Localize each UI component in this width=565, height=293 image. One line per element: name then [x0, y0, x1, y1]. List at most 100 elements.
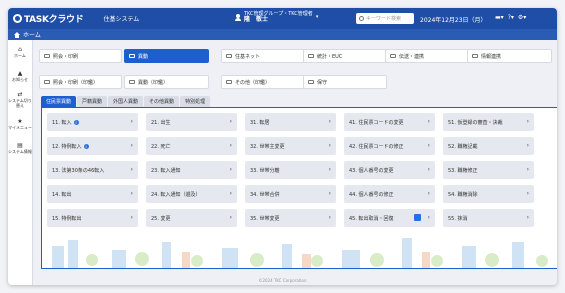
card-23-move-in-notice[interactable]: 23. 転入通知 ›	[146, 161, 237, 179]
sidebar: ⌂ ホーム ▲ お知らせ ⇄ システム切り替え ★ マイメニュー ▤ システム情…	[8, 40, 33, 285]
card-21-birth[interactable]: 21. 出生 ›	[146, 113, 237, 131]
card-25-change[interactable]: 25. 変更 ›	[146, 209, 237, 227]
card-label: 43. 個人番号の変更	[349, 167, 394, 174]
org-switch-icon[interactable]: ▬▾	[495, 14, 504, 21]
sidebar-item-system-switch[interactable]: ⇄ システム切り替え	[8, 88, 32, 112]
chevron-right-icon: ›	[526, 214, 529, 221]
folder-icon	[44, 80, 50, 84]
card-52-official-entry[interactable]: 52. 職権記載 ›	[443, 137, 534, 155]
chevron-right-icon: ›	[427, 214, 430, 221]
document-icon	[414, 214, 421, 221]
sidebar-item-my-menu[interactable]: ★ マイメニュー	[8, 112, 32, 136]
menu-other-seal[interactable]: その他（印鑑）	[221, 75, 305, 89]
main-content: 照会・印刷 異動 住基ネット 統計・EUC 伝送・連携 情報連携 照会・印刷（印…	[33, 40, 557, 285]
card-15-special-move-out[interactable]: 15. 特例転出 ›	[47, 209, 138, 227]
search-input[interactable]: キーワード検索	[356, 13, 414, 24]
tab-resident-transfer[interactable]: 住民票異動	[41, 96, 77, 107]
sidebar-item-notices[interactable]: ▲ お知らせ	[8, 64, 32, 88]
card-32-head-change[interactable]: 32. 世帯主変更 ›	[245, 137, 336, 155]
chevron-right-icon: ›	[229, 190, 232, 197]
menu-transmission[interactable]: 伝送・連携	[385, 49, 469, 63]
card-44-number-fix[interactable]: 44. 個人番号の修正 ›	[344, 185, 435, 203]
card-12-special-move-in[interactable]: 12. 特例転入 i ›	[47, 137, 138, 155]
menu-juki-net[interactable]: 住基ネット	[221, 49, 305, 63]
card-label: 53. 職権修正	[448, 167, 478, 174]
menu-inquiry-print[interactable]: 照会・印刷	[39, 49, 122, 63]
card-label: 34. 世帯合併	[250, 191, 280, 198]
card-11-move-in[interactable]: 11. 転入 i ›	[47, 113, 138, 131]
card-51-provisional[interactable]: 51. 仮登録の審査・決裁 ›	[443, 113, 534, 131]
tab-family-register[interactable]: 戸籍異動	[77, 96, 108, 107]
menu-inquiry-print-seal[interactable]: 照会・印刷（印鑑）	[39, 75, 122, 89]
chevron-right-icon: ›	[526, 142, 529, 149]
menu-label: 情報連携	[481, 53, 502, 60]
chevron-right-icon: ›	[130, 166, 133, 173]
sidebar-item-system-info[interactable]: ▤ システム情報	[8, 136, 32, 160]
card-33-household-split[interactable]: 33. 世帯分離 ›	[245, 161, 336, 179]
card-label: 32. 世帯主変更	[250, 143, 285, 150]
card-41-code-change[interactable]: 41. 住民票コードの変更 ›	[344, 113, 435, 131]
card-label: 24. 転入通知（遡及）	[151, 191, 201, 198]
logo-text: TASKクラウド	[24, 15, 84, 25]
card-label: 25. 変更	[151, 215, 171, 222]
card-54-official-delete[interactable]: 54. 職権消除 ›	[443, 185, 534, 203]
home-icon: ⌂	[18, 45, 22, 53]
chevron-right-icon: ›	[427, 166, 430, 173]
chevron-right-icon: ›	[526, 118, 529, 125]
card-35-household-change[interactable]: 35. 世帯変更 ›	[245, 209, 336, 227]
breadcrumb: ホーム	[8, 29, 557, 40]
folder-icon	[226, 54, 232, 58]
user-menu[interactable]: TKC管理グループ・TKC管理者 隆 敬士 ▾	[235, 11, 318, 23]
current-date: 2024年12月23日（月）	[420, 17, 487, 24]
chevron-right-icon: ›	[427, 118, 430, 125]
sidebar-item-label: お知らせ	[12, 76, 28, 82]
tab-other[interactable]: その他異動	[144, 96, 180, 107]
card-13-art30-move-in[interactable]: 13. 法第30条の46転入 ›	[47, 161, 138, 179]
card-22-death[interactable]: 22. 死亡 ›	[146, 137, 237, 155]
menu-label: 照会・印刷（印鑑）	[53, 79, 99, 86]
card-31-move[interactable]: 31. 転居 ›	[245, 113, 336, 131]
card-14-move-out[interactable]: 14. 転出 ›	[47, 185, 138, 203]
cityscape-illustration	[52, 238, 548, 268]
breadcrumb-home[interactable]: ホーム	[23, 30, 41, 39]
app-window: TASKクラウド 住基システム TKC管理グループ・TKC管理者 隆 敬士 ▾ …	[8, 8, 557, 285]
tab-special[interactable]: 特別処理	[180, 96, 211, 107]
tab-foreigner[interactable]: 外国人異動	[108, 96, 144, 107]
sidebar-item-label: ホーム	[14, 52, 26, 58]
menu-label: 伝送・連携	[399, 53, 425, 60]
card-24-move-in-notice-retro[interactable]: 24. 転入通知（遡及） ›	[146, 185, 237, 203]
tab-bar: 住民票異動 戸籍異動 外国人異動 その他異動 特別処理	[41, 96, 211, 107]
chevron-right-icon: ›	[130, 214, 133, 221]
chevron-right-icon: ›	[229, 166, 232, 173]
card-53-official-fix[interactable]: 53. 職権修正 ›	[443, 161, 534, 179]
app-logo[interactable]: TASKクラウド	[13, 12, 84, 25]
system-info-icon: ▤	[17, 141, 23, 149]
chevron-right-icon: ›	[328, 190, 331, 197]
card-label: 42. 住民票コードの修正	[349, 143, 404, 150]
menu-info-linkage[interactable]: 情報連携	[467, 49, 552, 63]
settings-icon[interactable]: ⚙▾	[518, 14, 526, 21]
chevron-right-icon: ›	[130, 142, 133, 149]
sidebar-item-label: システム情報	[8, 148, 32, 154]
card-55-erase[interactable]: 55. 抹消 ›	[443, 209, 534, 227]
tab-panel: 11. 転入 i › 21. 出生 › 31. 転居 › 41. 住民票コードの変更 › …	[41, 107, 557, 269]
help-icon[interactable]: ?▾	[508, 14, 514, 21]
card-45-cancel-restore[interactable]: 45. 転出取消・回復 ›	[344, 209, 435, 227]
sidebar-item-home[interactable]: ⌂ ホーム	[8, 40, 32, 64]
card-label: 51. 仮登録の審査・決裁	[448, 119, 503, 126]
switch-icon: ⇄	[17, 91, 23, 98]
card-label: 23. 転入通知	[151, 167, 181, 174]
card-label: 15. 特例転出	[52, 215, 82, 222]
chevron-right-icon: ›	[526, 166, 529, 173]
menu-transfer[interactable]: 異動	[124, 49, 209, 63]
system-name: 住基システム	[103, 16, 140, 23]
card-42-code-fix[interactable]: 42. 住民票コードの修正 ›	[344, 137, 435, 155]
menu-maintenance[interactable]: 保守	[303, 75, 387, 89]
card-34-household-merge[interactable]: 34. 世帯合併 ›	[245, 185, 336, 203]
chevron-right-icon: ›	[229, 118, 232, 125]
menu-transfer-seal[interactable]: 異動（印鑑）	[124, 75, 209, 89]
search-placeholder: キーワード検索	[366, 16, 402, 22]
menu-stats-euc[interactable]: 統計・EUC	[303, 49, 387, 63]
card-43-number-change[interactable]: 43. 個人番号の変更 ›	[344, 161, 435, 179]
chevron-down-icon[interactable]: ▾	[316, 14, 319, 20]
